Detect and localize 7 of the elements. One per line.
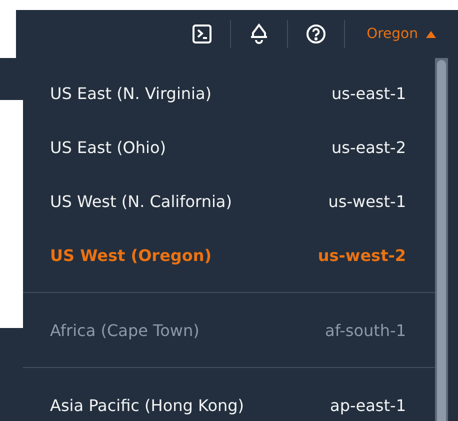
scrollbar[interactable]	[435, 58, 448, 421]
region-selector[interactable]: Oregon	[344, 26, 436, 42]
region-option[interactable]: US West (Oregon) us-west-2	[23, 228, 435, 282]
region-option[interactable]: US East (N. Virginia) us-east-1	[23, 66, 435, 120]
region-option[interactable]: Asia Pacific (Hong Kong) ap-east-1	[23, 378, 435, 421]
region-option[interactable]: US West (N. California) us-west-1	[23, 174, 435, 228]
region-option[interactable]: US East (Ohio) us-east-2	[23, 120, 435, 174]
